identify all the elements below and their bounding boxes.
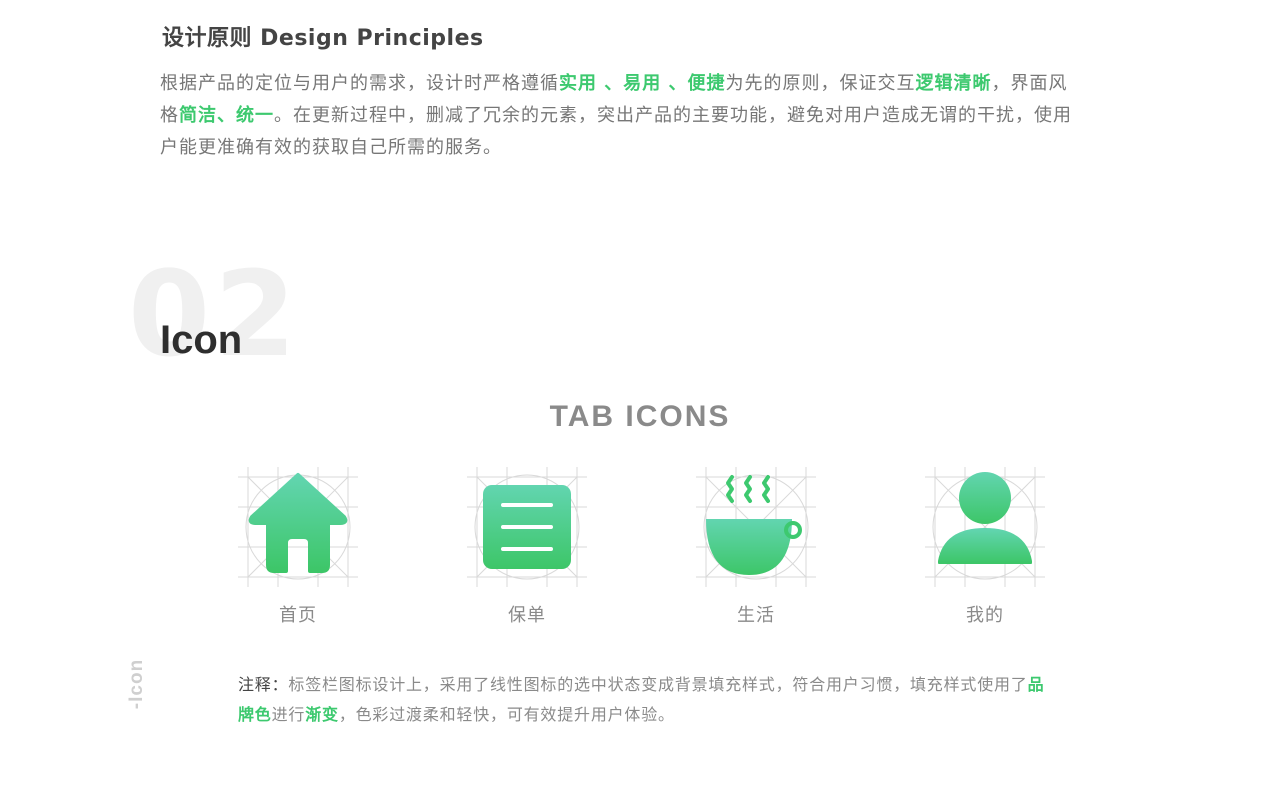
home-icon [238, 467, 358, 587]
user-profile-icon [925, 467, 1045, 587]
note-text: ，色彩过渡柔和轻快，可有效提升用户体验。 [338, 705, 675, 724]
tab-icon-item-home: 首页 [238, 467, 358, 627]
tab-icons-heading: TAB ICONS [549, 400, 731, 433]
tab-icon-item-profile: 我的 [925, 467, 1045, 627]
coffee-cup-icon [696, 467, 816, 587]
tab-icon-item-life: 生活 [696, 467, 816, 627]
note-highlight: 渐变 [305, 705, 339, 724]
principles-highlight: 实用 、易用 、便捷 [559, 73, 726, 94]
section-title: Icon [160, 318, 243, 362]
principles-text: 。在更新过程中，删减了冗余的元素，突出产品的主要功能，避免对用户造成无谓的干扰，… [160, 105, 1072, 158]
principles-text: 根据产品的定位与用户的需求，设计时严格遵循 [160, 73, 559, 94]
principles-paragraph: 根据产品的定位与用户的需求，设计时严格遵循实用 、易用 、便捷为先的原则，保证交… [160, 68, 1080, 164]
tab-icon-label: 保单 [508, 605, 546, 626]
principles-title: 设计原则 Design Principles [162, 26, 484, 51]
note-label: 注释： [238, 675, 289, 694]
principles-highlight: 逻辑清晰 [915, 73, 992, 94]
note-text: 标签栏图标设计上，采用了线性图标的选中状态变成背景填充样式，符合用户习惯，填充样… [288, 675, 1028, 694]
note-text: 进行 [271, 705, 306, 724]
principles-text: 为先的原则，保证交互 [725, 73, 916, 94]
principles-highlight: 简洁、统一 [179, 105, 274, 126]
tab-icon-item-policy: 保单 [467, 467, 587, 627]
tab-icon-label: 首页 [279, 605, 317, 626]
note-paragraph: 注释：标签栏图标设计上，采用了线性图标的选中状态变成背景填充样式，符合用户习惯，… [238, 670, 1058, 730]
tab-icon-label: 生活 [737, 605, 775, 626]
policy-list-icon [467, 467, 587, 587]
tab-icon-label: 我的 [966, 605, 1004, 626]
side-section-label: -Icon [126, 658, 147, 710]
